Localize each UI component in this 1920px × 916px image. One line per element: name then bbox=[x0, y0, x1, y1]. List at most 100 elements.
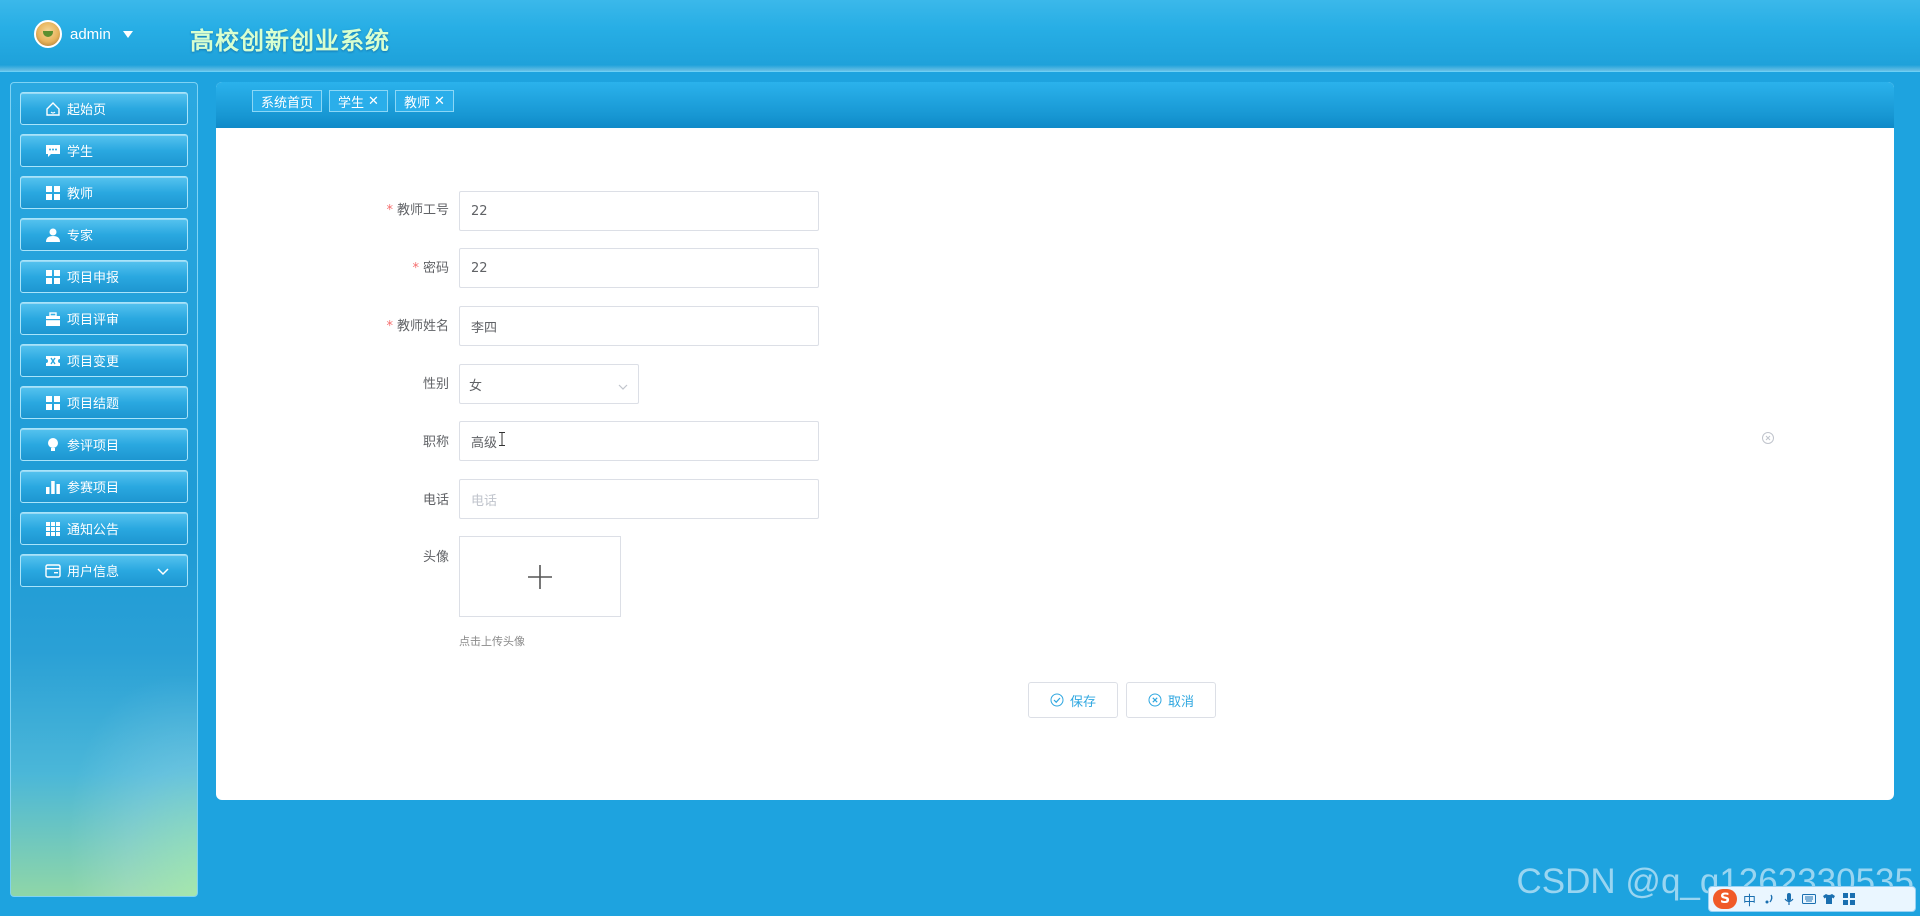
teacher-name-input[interactable]: 李四 bbox=[459, 306, 819, 346]
input-value: 22 bbox=[471, 203, 488, 219]
input-placeholder: 电话 bbox=[471, 493, 498, 509]
grid-icon bbox=[45, 395, 61, 411]
required-mark: * bbox=[412, 261, 419, 276]
username: admin bbox=[70, 25, 111, 43]
punctuation-icon[interactable] bbox=[1762, 892, 1776, 906]
caret-down-icon bbox=[122, 30, 133, 38]
tab-home[interactable]: 系统首页 bbox=[252, 90, 323, 112]
sidebar-item-label: 项目申报 bbox=[67, 271, 120, 286]
sidebar-item-label: 通知公告 bbox=[67, 523, 120, 538]
teacher-id-label: * 教师工号 bbox=[309, 199, 449, 218]
sogou-logo-icon: S bbox=[1713, 889, 1737, 909]
sidebar-item-contest-project[interactable]: 参赛项目 bbox=[20, 470, 188, 503]
ime-mode[interactable]: 中 bbox=[1743, 890, 1756, 909]
required-mark: * bbox=[386, 319, 393, 334]
tab-label: 学生 bbox=[338, 95, 365, 111]
shirt-icon[interactable] bbox=[1822, 892, 1836, 906]
input-value: 高级 bbox=[471, 435, 498, 451]
tab-label: 系统首页 bbox=[261, 95, 314, 111]
briefcase-icon bbox=[45, 311, 61, 327]
plus-icon bbox=[528, 564, 552, 589]
top-header: admin 高校创新创业系统 bbox=[0, 0, 1920, 72]
sidebar-item-expert[interactable]: 专家 bbox=[20, 218, 188, 251]
bar-chart-icon bbox=[45, 479, 61, 495]
bulb-icon bbox=[45, 437, 61, 453]
grid-icon bbox=[45, 185, 61, 201]
avatar-upload-tip: 点击上传头像 bbox=[459, 635, 525, 648]
apps-icon[interactable] bbox=[1842, 892, 1856, 906]
app-title: 高校创新创业系统 bbox=[190, 27, 390, 55]
phone-input[interactable]: 电话 bbox=[459, 479, 819, 519]
sidebar-item-label: 项目结题 bbox=[67, 397, 120, 412]
input-value: 李四 bbox=[471, 320, 498, 336]
button-label: 保存 bbox=[1069, 694, 1096, 710]
sidebar-item-label: 项目变更 bbox=[67, 355, 120, 370]
user-menu[interactable]: admin bbox=[34, 20, 133, 48]
sidebar-item-student[interactable]: 学生 bbox=[20, 134, 188, 167]
text-cursor-icon bbox=[499, 432, 505, 446]
label-text: 性别 bbox=[422, 377, 449, 392]
required-mark: * bbox=[386, 203, 393, 218]
check-circle-icon bbox=[1050, 693, 1064, 707]
sidebar-item-project-apply[interactable]: 项目申报 bbox=[20, 260, 188, 293]
ime-toolbar[interactable]: S 中 bbox=[1708, 886, 1916, 912]
sidebar-item-home[interactable]: 起始页 bbox=[20, 92, 188, 125]
label-text: 教师工号 bbox=[396, 203, 449, 218]
main-panel: 系统首页 学生 ✕ 教师 ✕ * 教师工号 22 * 密码 22 * 教师姓名 李四 … bbox=[216, 82, 1894, 800]
phone-label: 电话 bbox=[309, 489, 449, 508]
sidebar-item-project-review[interactable]: 项目评审 bbox=[20, 302, 188, 335]
sidebar-item-label: 教师 bbox=[67, 187, 94, 202]
select-value: 女 bbox=[469, 378, 483, 394]
cancel-button[interactable]: 取消 bbox=[1126, 682, 1216, 718]
sidebar-item-project-change[interactable]: 项目变更 bbox=[20, 344, 188, 377]
sidebar-item-label: 用户信息 bbox=[67, 565, 120, 580]
home-icon bbox=[45, 101, 61, 117]
tab-teacher[interactable]: 教师 ✕ bbox=[395, 90, 454, 112]
chevron-down-icon bbox=[618, 380, 628, 395]
sidebar-item-label: 起始页 bbox=[67, 103, 107, 118]
label-text: 电话 bbox=[422, 493, 449, 508]
grid-icon bbox=[45, 269, 61, 285]
close-icon[interactable]: ✕ bbox=[368, 94, 379, 109]
title-input[interactable]: 高级 bbox=[459, 421, 819, 461]
sidebar-item-eval-project[interactable]: 参评项目 bbox=[20, 428, 188, 461]
label-text: 密码 bbox=[422, 261, 449, 276]
sidebar-item-label: 项目评审 bbox=[67, 313, 120, 328]
teacher-id-input[interactable]: 22 bbox=[459, 191, 819, 231]
title-label: 职称 bbox=[309, 431, 449, 450]
avatar-label: 头像 bbox=[309, 546, 449, 565]
card-icon bbox=[45, 563, 61, 579]
chat-icon bbox=[45, 143, 61, 159]
label-text: 职称 bbox=[422, 435, 449, 450]
avatar bbox=[34, 20, 62, 48]
sidebar-item-label: 参评项目 bbox=[67, 439, 120, 454]
save-button[interactable]: 保存 bbox=[1028, 682, 1118, 718]
avatar-upload[interactable] bbox=[459, 536, 621, 617]
sidebar-item-label: 学生 bbox=[67, 145, 94, 160]
sidebar-item-label: 专家 bbox=[67, 229, 94, 244]
password-input[interactable]: 22 bbox=[459, 248, 819, 288]
sidebar-item-teacher[interactable]: 教师 bbox=[20, 176, 188, 209]
close-circle-icon bbox=[1148, 693, 1162, 707]
tab-student[interactable]: 学生 ✕ bbox=[329, 90, 388, 112]
sidebar: 起始页 学生 教师 专家 项目申报 项目评审 项目变更 项目结题 参评项目 参赛… bbox=[10, 82, 198, 897]
sidebar-item-notice[interactable]: 通知公告 bbox=[20, 512, 188, 545]
chevron-down-icon bbox=[157, 565, 169, 580]
label-text: 头像 bbox=[422, 550, 449, 565]
gender-select[interactable]: 女 bbox=[459, 364, 639, 404]
sidebar-item-user-info[interactable]: 用户信息 bbox=[20, 554, 188, 587]
circle-close-icon[interactable] bbox=[1761, 431, 1775, 445]
tabs-bar: 系统首页 学生 ✕ 教师 ✕ bbox=[216, 82, 1894, 128]
user-icon bbox=[45, 227, 61, 243]
close-icon[interactable]: ✕ bbox=[434, 94, 445, 109]
teacher-name-label: * 教师姓名 bbox=[309, 315, 449, 334]
sidebar-item-label: 参赛项目 bbox=[67, 481, 120, 496]
keyboard-icon[interactable] bbox=[1802, 892, 1817, 906]
tab-label: 教师 bbox=[404, 95, 431, 111]
password-label: * 密码 bbox=[309, 257, 449, 276]
input-value: 22 bbox=[471, 260, 488, 276]
sidebar-item-project-close[interactable]: 项目结题 bbox=[20, 386, 188, 419]
label-text: 教师姓名 bbox=[396, 319, 449, 334]
gender-label: 性别 bbox=[309, 373, 449, 392]
microphone-icon[interactable] bbox=[1782, 892, 1796, 906]
